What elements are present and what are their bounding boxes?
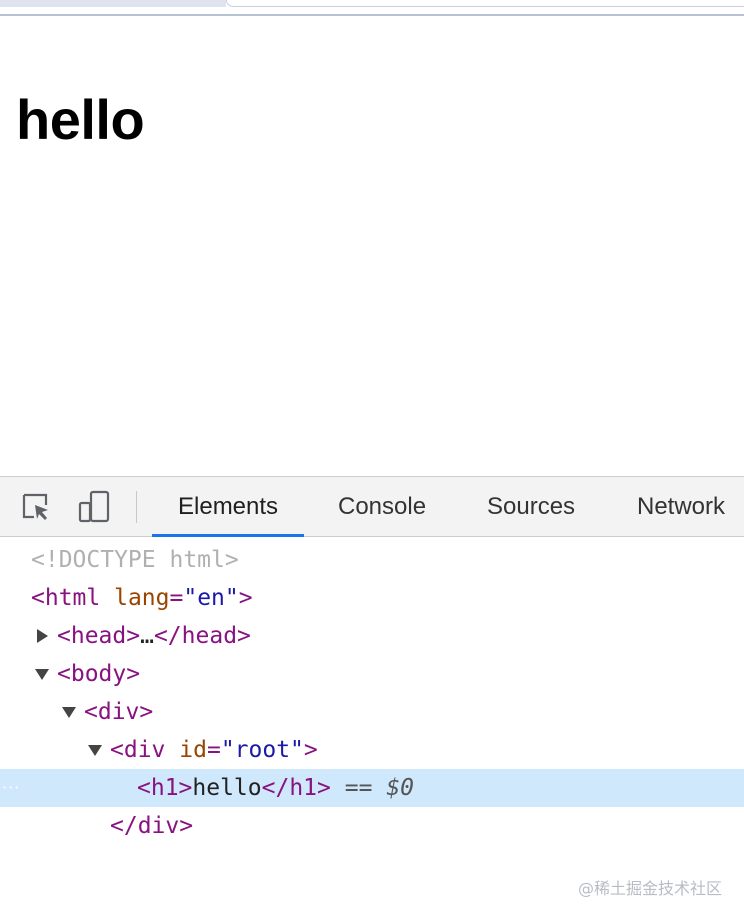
more-options-icon[interactable]: ··· <box>2 769 20 807</box>
browser-tab-strip <box>0 0 226 7</box>
page-heading: hello <box>16 88 145 151</box>
html-tag-close: > <box>238 585 253 611</box>
div-root-attr-value: "root" <box>220 737 304 763</box>
div-root-attr-name: id <box>179 737 207 763</box>
dom-node-doctype[interactable]: <!DOCTYPE html> <box>0 541 744 579</box>
div-root-attr-eq: = <box>206 737 221 763</box>
head-open-tag: <head> <box>57 623 141 649</box>
tab-sources[interactable]: Sources <box>487 477 575 536</box>
div-root-tag-close: > <box>303 737 318 763</box>
collapse-triangle-icon[interactable] <box>62 707 76 718</box>
collapse-triangle-icon[interactable] <box>88 745 102 756</box>
browser-chrome <box>0 0 744 16</box>
selected-eq: == <box>344 775 373 801</box>
head-ellipsis[interactable]: … <box>140 623 154 649</box>
page-viewport: hello <box>0 16 744 476</box>
dom-node-div[interactable]: <div> <box>0 693 744 731</box>
dom-node-div-root[interactable]: <div id="root"> <box>0 731 744 769</box>
device-toggle-icon[interactable] <box>76 489 112 525</box>
h1-open-tag: <h1> <box>137 775 193 801</box>
watermark: @稀土掘金技术社区 <box>577 879 722 898</box>
doctype-text: <!DOCTYPE html> <box>31 547 239 573</box>
h1-close-tag: </h1> <box>261 775 331 801</box>
div-close-tag: </div> <box>110 813 194 839</box>
div-open-tag: <div> <box>84 699 154 725</box>
selected-ref: $0 <box>386 775 415 801</box>
dom-node-div-close[interactable]: </div> <box>0 807 744 845</box>
head-close-tag: </head> <box>153 623 251 649</box>
tab-console-label: Console <box>338 493 427 520</box>
body-open-tag: <body> <box>57 661 141 687</box>
tab-network[interactable]: Network <box>637 477 725 536</box>
tab-console[interactable]: Console <box>338 477 426 536</box>
tab-sources-label: Sources <box>487 493 576 520</box>
h1-tag-line: <h1>hello</h1> == $0 <box>137 769 414 807</box>
html-attr-name: lang <box>114 585 170 611</box>
html-attr-eq: = <box>169 585 184 611</box>
browser-active-tab-edge[interactable] <box>226 0 744 7</box>
devtools-toolbar: Elements Console Sources Network <box>0 476 744 537</box>
tab-elements[interactable]: Elements <box>152 477 305 537</box>
h1-text-content: hello <box>192 775 262 801</box>
collapse-triangle-icon[interactable] <box>35 669 49 680</box>
dom-node-head[interactable]: <head>…</head> <box>0 617 744 655</box>
expand-triangle-icon[interactable] <box>37 629 48 643</box>
devtools-panel: Elements Console Sources Network <!DOCTY… <box>0 476 744 898</box>
dom-tree: <!DOCTYPE html> <html lang="en"> <head>…… <box>0 537 744 898</box>
head-tag-line: <head>…</head> <box>57 617 251 655</box>
div-root-open-tag: <div <box>110 737 166 763</box>
inspect-element-icon[interactable] <box>18 489 54 525</box>
div-root-tag-line: <div id="root"> <box>110 731 318 769</box>
dom-node-html[interactable]: <html lang="en"> <box>0 579 744 617</box>
tab-elements-label: Elements <box>178 493 279 520</box>
html-open-tag: <html <box>31 585 101 611</box>
html-tag-line: <html lang="en"> <box>31 579 253 617</box>
dom-node-h1-selected[interactable]: ··· <h1>hello</h1> == $0 <box>0 769 744 807</box>
toolbar-separator <box>136 491 137 523</box>
dom-node-body[interactable]: <body> <box>0 655 744 693</box>
html-attr-value: "en" <box>183 585 239 611</box>
tab-network-label: Network <box>637 493 726 520</box>
